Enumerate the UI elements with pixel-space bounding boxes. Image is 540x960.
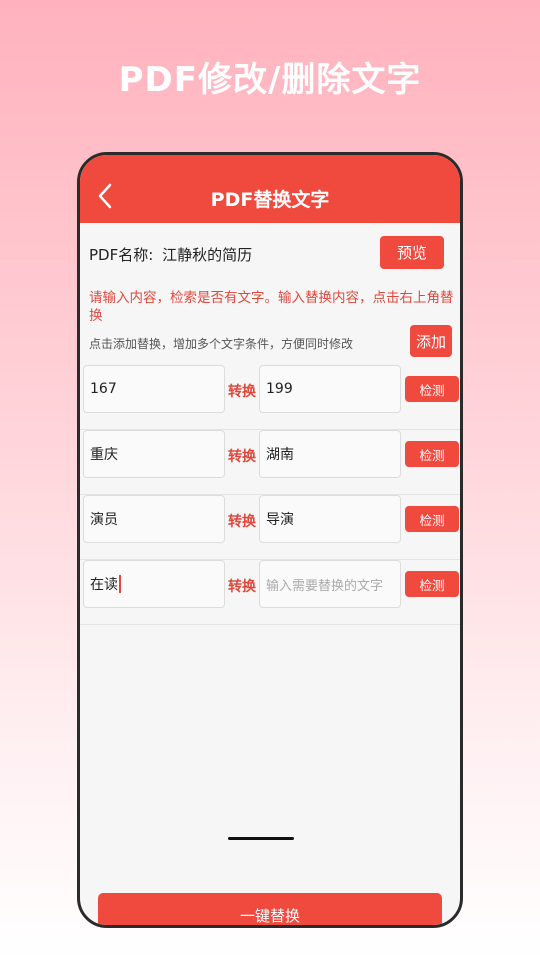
phone-frame: PDF替换文字 PDF名称: 江静秋的简历 预览 请输入内容，检索是否有文字。输… — [77, 152, 463, 928]
source-text-input[interactable]: 167 — [83, 365, 225, 413]
convert-label: 转换 — [228, 384, 256, 400]
promo-title: PDF修改/删除文字 — [118, 60, 422, 100]
rule-row: 167 转换 199 检测 — [80, 365, 460, 430]
hint-text: 点击添加替换，增加多个文字条件，方便同时修改 — [89, 337, 354, 351]
detect-button[interactable]: 检测 — [405, 441, 459, 467]
source-text-input[interactable]: 在读 — [83, 560, 225, 608]
convert-label: 转换 — [228, 514, 256, 530]
app-bar: PDF替换文字 — [80, 155, 460, 223]
pdf-name-label: PDF名称: — [89, 246, 154, 264]
pdf-name-value: 江静秋的简历 — [162, 246, 253, 264]
detect-button[interactable]: 检测 — [405, 571, 459, 597]
target-text-input[interactable]: 输入需要替换的文字 — [259, 560, 401, 608]
target-text-input[interactable]: 199 — [259, 365, 401, 413]
detect-button[interactable]: 检测 — [405, 376, 459, 402]
detect-button[interactable]: 检测 — [405, 506, 459, 532]
rule-row: 重庆 转换 湖南 检测 — [80, 430, 460, 495]
source-text-input[interactable]: 演员 — [83, 495, 225, 543]
convert-label: 转换 — [228, 579, 256, 595]
target-text-input[interactable]: 湖南 — [259, 430, 401, 478]
rule-row: 演员 转换 导演 检测 — [80, 495, 460, 560]
instruction-text: 请输入内容，检索是否有文字。输入替换内容，点击右上角替换 — [89, 290, 454, 324]
convert-label: 转换 — [228, 449, 256, 465]
source-text-input[interactable]: 重庆 — [83, 430, 225, 478]
pdf-name-row: PDF名称: 江静秋的简历 — [89, 244, 252, 265]
replace-all-button[interactable]: 一键替换 — [98, 893, 442, 925]
add-rule-button[interactable]: 添加 — [410, 325, 452, 357]
home-indicator — [228, 837, 294, 840]
page-title: PDF替换文字 — [210, 189, 330, 211]
rule-row: 在读 转换 输入需要替换的文字 检测 — [80, 560, 460, 625]
preview-button[interactable]: 预览 — [380, 236, 444, 269]
target-text-input[interactable]: 导演 — [259, 495, 401, 543]
text-cursor — [119, 575, 121, 593]
